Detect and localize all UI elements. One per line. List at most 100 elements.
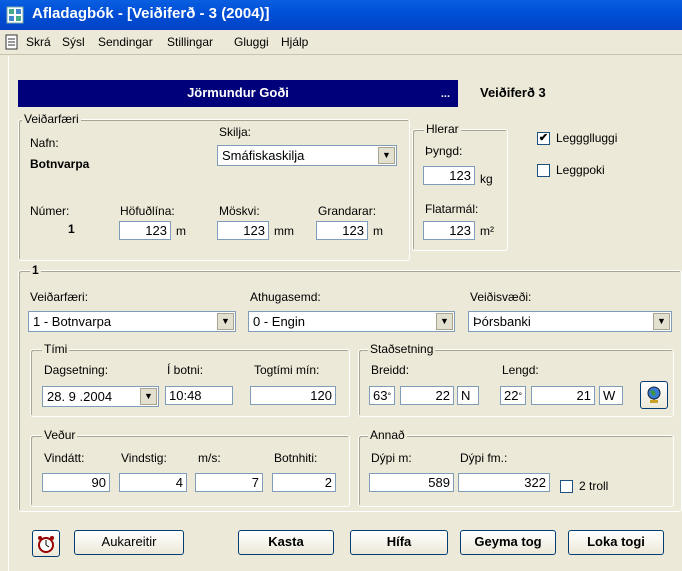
leggpoki-label: Leggpoki xyxy=(556,163,605,177)
menu-stillingar[interactable]: Stillingar xyxy=(167,35,213,49)
globe-icon xyxy=(647,386,661,403)
tow-legend: 1 xyxy=(30,263,41,277)
number-value: 1 xyxy=(68,222,75,236)
tow-gear-select[interactable]: 1 - Botnvarpa ▼ xyxy=(28,311,236,332)
menu-gluggi[interactable]: Gluggi xyxy=(234,35,269,49)
depth-fm-input[interactable]: 322 xyxy=(458,473,550,492)
headline-label: Höfuðlína: xyxy=(120,204,175,218)
weather-legend: Veður xyxy=(42,428,78,442)
fishing-area-select[interactable]: Þórsbanki ▼ xyxy=(468,311,672,332)
app-icon xyxy=(6,6,24,24)
name-label: Nafn: xyxy=(30,136,59,150)
two-troll-label: 2 troll xyxy=(579,479,609,493)
area-unit: m² xyxy=(480,224,494,238)
longitude-degrees-input[interactable]: 22° xyxy=(500,386,526,405)
other-legend: Annað xyxy=(368,428,407,442)
close-tow-button[interactable]: Loka togi xyxy=(568,530,664,555)
date-label: Dagsetning: xyxy=(44,363,109,377)
document-icon[interactable] xyxy=(4,34,20,50)
grandarar-label: Grandarar: xyxy=(318,204,377,218)
latitude-degrees-input[interactable]: 63° xyxy=(369,386,395,405)
area-input[interactable]: 123 xyxy=(423,221,475,240)
name-value: Botnvarpa xyxy=(30,157,90,171)
skilja-value: Smáfiskaskilja xyxy=(222,148,305,163)
headline-input[interactable]: 123 xyxy=(119,221,171,240)
vessel-more-button[interactable]: ... xyxy=(441,88,450,100)
menu-bar: Skrá Sýsl Sendingar Stillingar Gluggi Hj… xyxy=(0,30,682,55)
latitude-label: Breidd: xyxy=(371,363,410,377)
chevron-down-icon[interactable]: ▼ xyxy=(436,313,453,330)
bottom-temp-label: Botnhiti: xyxy=(274,451,318,465)
wind-dir-input[interactable]: 90 xyxy=(42,473,110,492)
bottom-temp-input[interactable]: 2 xyxy=(272,473,336,492)
remark-value: 0 - Engin xyxy=(253,314,306,329)
grandarar-unit: m xyxy=(373,224,383,238)
skilja-label: Skilja: xyxy=(219,125,252,139)
towtime-input[interactable]: 120 xyxy=(250,386,336,405)
hifa-button[interactable]: Hífa xyxy=(350,530,448,555)
timer-button[interactable] xyxy=(32,530,60,557)
menu-sendingar[interactable]: Sendingar xyxy=(98,35,153,49)
weight-unit: kg xyxy=(480,172,493,186)
chevron-down-icon[interactable]: ▼ xyxy=(217,313,234,330)
position-legend: Staðsetning xyxy=(368,342,436,356)
chevron-down-icon[interactable]: ▼ xyxy=(378,147,395,164)
time-legend: Tími xyxy=(42,342,70,356)
longitude-label: Lengd: xyxy=(502,363,539,377)
hlerar-legend: Hlerar xyxy=(424,122,461,136)
area-label: Flatarmál: xyxy=(425,202,479,216)
mesh-unit: mm xyxy=(274,224,294,238)
gear-legend: Veiðarfæri xyxy=(22,112,81,126)
other-group xyxy=(358,435,674,507)
depth-label: Dýpi m: xyxy=(371,451,412,465)
wind-speed-input[interactable]: 7 xyxy=(195,473,263,492)
store-tow-button[interactable]: Geyma tog xyxy=(460,530,556,555)
wind-force-input[interactable]: 4 xyxy=(119,473,187,492)
weight-input[interactable]: 123 xyxy=(423,166,475,185)
skilja-select[interactable]: Smáfiskaskilja ▼ xyxy=(217,145,397,166)
chevron-down-icon[interactable]: ▼ xyxy=(653,313,670,330)
extra-fields-button[interactable]: Aukareitir xyxy=(74,530,184,555)
position-group xyxy=(358,349,674,417)
window-title: Afladagbók - [Veiðiferð - 3 (2004)] xyxy=(32,5,270,22)
fishing-area-label: Veiðisvæði: xyxy=(470,290,532,304)
headline-unit: m xyxy=(176,224,186,238)
alarm-clock-icon xyxy=(38,536,54,553)
bottom-time-input[interactable]: 10:48 xyxy=(165,386,233,405)
vessel-name: Jörmundur Goði xyxy=(187,85,289,100)
depth-input[interactable]: 589 xyxy=(369,473,454,492)
title-bar: Afladagbók - [Veiðiferð - 3 (2004)] xyxy=(0,0,682,30)
bottom-time-label: Í botni: xyxy=(167,363,204,377)
chevron-down-icon[interactable]: ▼ xyxy=(140,388,157,405)
tow-gear-value: 1 - Botnvarpa xyxy=(33,314,112,329)
leggluggi-checkbox[interactable]: ✔ xyxy=(537,132,550,145)
fishing-area-value: Þórsbanki xyxy=(473,314,531,329)
date-picker[interactable]: 28. 9 .2004 ▼ xyxy=(42,386,159,407)
number-label: Númer: xyxy=(30,204,70,218)
remark-select[interactable]: 0 - Engin ▼ xyxy=(248,311,455,332)
latitude-hemisphere-input[interactable]: N xyxy=(457,386,479,405)
kasta-button[interactable]: Kasta xyxy=(238,530,334,555)
leggpoki-checkbox[interactable] xyxy=(537,164,550,177)
menu-hjalp[interactable]: Hjálp xyxy=(281,35,308,49)
mesh-label: Möskvi: xyxy=(219,204,260,218)
two-troll-checkbox[interactable] xyxy=(560,480,573,493)
mesh-input[interactable]: 123 xyxy=(217,221,269,240)
trip-label: Veiðiferð 3 xyxy=(480,85,546,100)
menu-skra[interactable]: Skrá xyxy=(26,35,51,49)
date-value: 28. 9 .2004 xyxy=(47,389,113,404)
latitude-minutes-input[interactable]: 22 xyxy=(400,386,454,405)
remark-label: Athugasemd: xyxy=(250,290,321,304)
grandarar-input[interactable]: 123 xyxy=(316,221,368,240)
wind-speed-label: m/s: xyxy=(198,451,221,465)
tow-gear-label: Veiðarfæri: xyxy=(30,290,89,304)
depth-fm-label: Dýpi fm.: xyxy=(460,451,508,465)
wind-force-label: Vindstig: xyxy=(121,451,167,465)
weight-label: Þyngd: xyxy=(425,144,463,158)
vessel-bar: Jörmundur Goði ... xyxy=(18,80,458,107)
longitude-minutes-input[interactable]: 21 xyxy=(531,386,595,405)
menu-sysl[interactable]: Sýsl xyxy=(62,35,85,49)
longitude-hemisphere-input[interactable]: W xyxy=(599,386,623,405)
towtime-label: Togtími mín: xyxy=(254,363,320,377)
globe-button[interactable] xyxy=(640,381,668,409)
